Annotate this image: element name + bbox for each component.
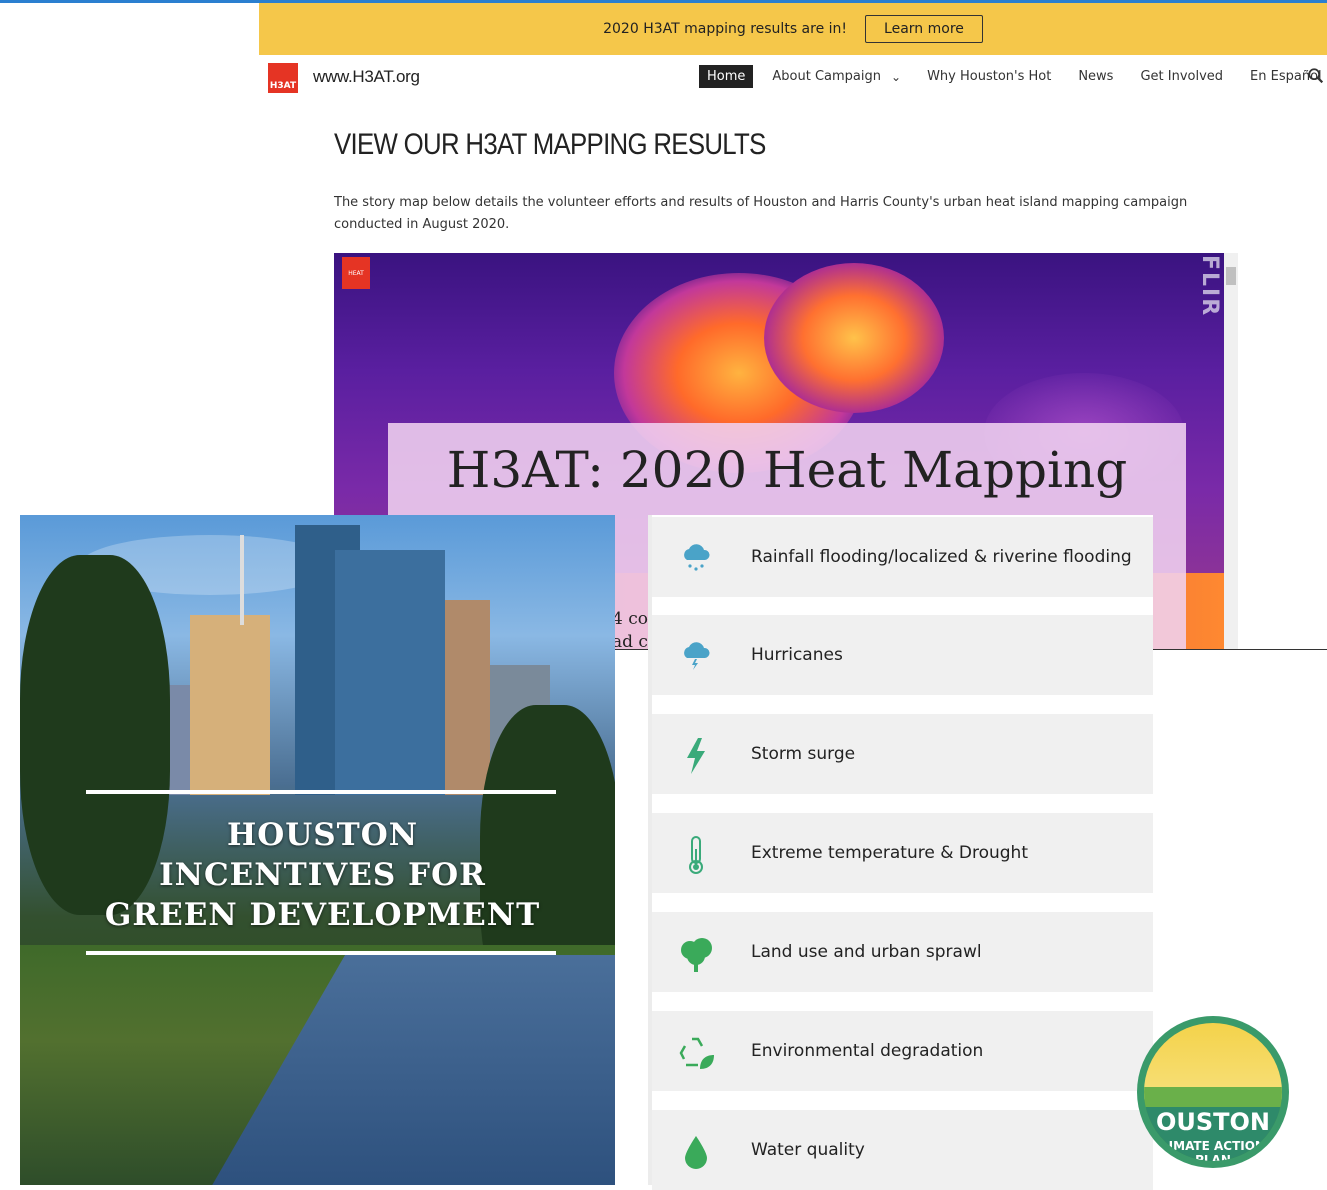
- hero-title: HOUSTON INCENTIVES FOR GREEN DEVELOPMENT: [20, 815, 615, 935]
- story-map-title: H3AT: 2020 Heat Mapping: [446, 441, 1128, 499]
- list-item[interactable]: Water quality: [652, 1110, 1153, 1190]
- nav-home[interactable]: Home: [699, 65, 754, 88]
- search-icon[interactable]: [1307, 67, 1325, 85]
- list-item[interactable]: Extreme temperature & Drought: [652, 813, 1153, 893]
- hazard-label: Storm surge: [751, 744, 856, 764]
- list-item[interactable]: Rainfall flooding/localized & riverine f…: [652, 517, 1153, 597]
- site-logo[interactable]: H3AT: [268, 63, 298, 93]
- title-rule: [86, 790, 556, 794]
- nav-about-campaign[interactable]: About Campaign: [772, 69, 881, 84]
- announcement-banner: 2020 H3AT mapping results are in! Learn …: [259, 3, 1327, 55]
- page-title: VIEW OUR H3AT MAPPING RESULTS: [334, 128, 766, 161]
- chevron-down-icon[interactable]: ⌄: [891, 70, 901, 84]
- story-map-scrollbar[interactable]: [1224, 253, 1238, 649]
- list-item[interactable]: Storm surge: [652, 714, 1153, 794]
- thermometer-icon: [676, 835, 716, 875]
- thermal-hotspot: [764, 263, 944, 413]
- water-drop-icon: [676, 1132, 716, 1172]
- snippet-line: ad c: [612, 632, 648, 649]
- badge-sub-text: LIMATE ACTION PLAN: [1144, 1139, 1282, 1161]
- list-item[interactable]: Land use and urban sprawl: [652, 912, 1153, 992]
- list-item[interactable]: Hurricanes: [652, 615, 1153, 695]
- site-name[interactable]: www.H3AT.org: [313, 67, 420, 87]
- site-logo-text: H3AT: [269, 81, 297, 91]
- badge-skyline: [1144, 1087, 1282, 1109]
- hero-title-line: INCENTIVES FOR: [159, 857, 486, 893]
- hazard-list: Rainfall flooding/localized & riverine f…: [648, 515, 1153, 1190]
- hazard-label: Environmental degradation: [751, 1041, 984, 1061]
- story-map-snippet: 4 co ad c: [612, 608, 648, 649]
- site-header: H3AT www.H3AT.org Home About Campaign ⌄ …: [259, 55, 1327, 103]
- tree-icon: [676, 934, 716, 974]
- lightning-icon: [676, 736, 716, 776]
- list-item[interactable]: Environmental degradation: [652, 1011, 1153, 1091]
- story-map-logo: HEAT: [342, 257, 370, 289]
- title-rule: [86, 951, 556, 955]
- green-development-image: HOUSTON INCENTIVES FOR GREEN DEVELOPMENT: [20, 515, 615, 1185]
- banner-text: 2020 H3AT mapping results are in!: [603, 21, 848, 37]
- storm-cloud-icon: [676, 637, 716, 677]
- badge-main-text: OUSTON: [1155, 1108, 1271, 1136]
- badge-sub-line: LIMATE ACTION: [1161, 1139, 1265, 1153]
- main-nav: Home About Campaign ⌄ Why Houston's Hot …: [699, 65, 1327, 88]
- nav-why-houstons-hot[interactable]: Why Houston's Hot: [927, 69, 1051, 84]
- badge-sub-line: PLAN: [1195, 1153, 1231, 1161]
- hazard-label: Extreme temperature & Drought: [751, 843, 1028, 863]
- flir-watermark: FLIR: [1197, 255, 1222, 318]
- hazard-label: Water quality: [751, 1140, 865, 1160]
- nav-news[interactable]: News: [1078, 69, 1113, 84]
- recycle-leaf-icon: [676, 1033, 716, 1073]
- climate-action-plan-badge: OUSTON LIMATE ACTION PLAN: [1137, 1016, 1289, 1168]
- hero-title-line: GREEN DEVELOPMENT: [104, 897, 541, 933]
- rain-cloud-icon: [676, 539, 716, 579]
- scrollbar-thumb[interactable]: [1226, 267, 1236, 285]
- hazard-label: Hurricanes: [751, 645, 843, 665]
- nav-get-involved[interactable]: Get Involved: [1140, 69, 1223, 84]
- hazard-label: Rainfall flooding/localized & riverine f…: [751, 547, 1132, 567]
- learn-more-button[interactable]: Learn more: [865, 15, 983, 43]
- snippet-line: 4 co: [612, 609, 648, 629]
- hazard-label: Land use and urban sprawl: [751, 942, 982, 962]
- intro-text: The story map below details the voluntee…: [334, 195, 1188, 232]
- hero-title-line: HOUSTON: [226, 817, 419, 853]
- badge-inner: OUSTON LIMATE ACTION PLAN: [1144, 1023, 1282, 1161]
- story-map-logo-text: HEAT: [348, 269, 364, 277]
